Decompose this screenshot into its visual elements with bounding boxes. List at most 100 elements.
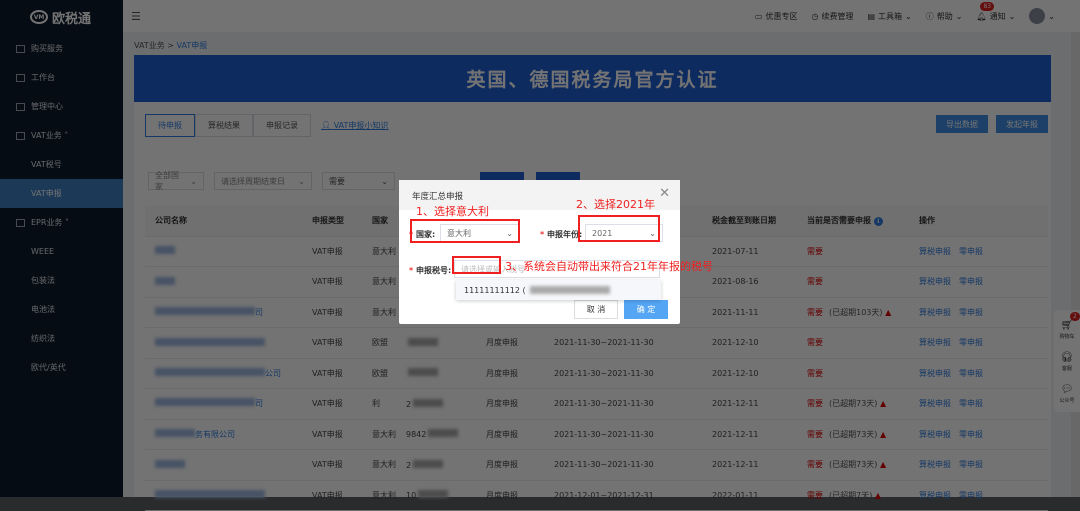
period-cell: 2021-11-30~2021-11-30	[544, 358, 702, 389]
wechat-icon: 💬︎	[1060, 384, 1074, 395]
col-company: 公司名称	[145, 206, 302, 237]
need-filter[interactable]: 需要 ⌄	[322, 172, 395, 190]
year-label: * 申报年份:	[540, 230, 583, 239]
logo[interactable]: VM 欧税通	[0, 0, 123, 34]
sidebar-item-rep[interactable]: 欧代/英代	[0, 353, 123, 382]
sidebar-item-buy[interactable]: 购买服务	[0, 34, 123, 63]
zero-filing-link[interactable]: 零申报	[959, 247, 983, 256]
bag-icon	[16, 44, 25, 53]
guide-link[interactable]: 👤︎ VAT申报小知识	[321, 120, 388, 131]
company-cell[interactable]	[145, 449, 302, 481]
calc-filing-link[interactable]: 算税申报	[919, 338, 951, 347]
sidebar-item-vat[interactable]: VAT业务 ˄	[0, 121, 123, 150]
calc-filing-link[interactable]: 算税申报	[919, 399, 951, 408]
actions-cell: 算税申报 零申报	[909, 297, 1048, 328]
country-cell: 意大利	[362, 480, 396, 511]
calc-filing-link[interactable]: 算税申报	[919, 308, 951, 317]
promo-link[interactable]: ▭ 优惠专区	[755, 11, 798, 22]
calc-filing-link[interactable]: 算税申报	[919, 460, 951, 469]
avatar	[1029, 8, 1046, 24]
country-cell: 意大利	[362, 236, 396, 267]
calc-filing-link[interactable]: 算税申报	[919, 247, 951, 256]
confirm-button[interactable]: 确 定	[624, 300, 668, 319]
calc-filing-link[interactable]: 算税申报	[919, 491, 951, 500]
period-cell: 2021-11-30~2021-11-30	[544, 388, 702, 420]
service-button[interactable]: 🎧︎ 客服	[1054, 346, 1080, 378]
headset-icon: 🎧︎	[1060, 352, 1074, 363]
company-cell[interactable]	[145, 327, 302, 359]
toolbox-menu[interactable]: ▤ 工具箱 ⌄	[867, 11, 911, 22]
zero-filing-link[interactable]: 零申报	[959, 369, 983, 378]
calc-filing-link[interactable]: 算税申报	[919, 430, 951, 439]
bell-icon: 🔔︎	[976, 11, 987, 21]
company-cell[interactable]: 司	[145, 297, 302, 328]
tab-results[interactable]: 算税结果	[195, 114, 253, 137]
sidebar-item-manage[interactable]: 管理中心	[0, 92, 123, 121]
sidebar-item-vat-number[interactable]: VAT税号	[0, 150, 123, 179]
scrollbar[interactable]	[1071, 32, 1080, 497]
due-cell: 2021-12-11	[702, 449, 797, 481]
company-cell[interactable]: 务有限公司	[145, 419, 302, 450]
renewal-link[interactable]: ◷ 续费管理	[811, 11, 853, 22]
country-filter[interactable]: 全部国家 ⌄	[148, 171, 204, 191]
info-icon[interactable]: i	[873, 217, 883, 227]
due-cell: 2021-07-11	[702, 236, 797, 267]
zero-filing-link[interactable]: 零申报	[959, 491, 983, 500]
sidebar-item-workbench[interactable]: 工作台	[0, 63, 123, 92]
export-button[interactable]: 导出数据	[936, 115, 988, 133]
cancel-button[interactable]: 取 消	[574, 300, 618, 319]
col-due: 税金截至到账日期	[702, 206, 797, 237]
period-end-filter[interactable]: 请选择周期结束日 ⌄	[214, 172, 312, 190]
notify-menu[interactable]: 🔔︎ 83 通知 ⌄	[976, 1, 1015, 22]
type-cell: VAT申报	[302, 449, 362, 481]
highlight-taxno	[452, 256, 501, 274]
tab-pending[interactable]: 待申报	[145, 114, 195, 137]
highlight-country	[410, 219, 520, 243]
sidebar-item-epr[interactable]: EPR业务 ˄	[0, 208, 123, 237]
taxno-cell: 10	[396, 480, 476, 511]
help-menu[interactable]: ⓘ 帮助 ⌄	[926, 11, 963, 22]
zero-filing-link[interactable]: 零申报	[959, 277, 983, 286]
zero-filing-link[interactable]: 零申报	[959, 308, 983, 317]
taxno-cell: 2	[396, 388, 476, 420]
company-cell[interactable]	[145, 266, 302, 298]
user-menu[interactable]: ⌄	[1029, 8, 1055, 24]
calc-filing-link[interactable]: 算税申报	[919, 277, 951, 286]
zero-filing-link[interactable]: 零申报	[959, 399, 983, 408]
company-cell[interactable]: 司	[145, 388, 302, 420]
zero-filing-link[interactable]: 零申报	[959, 430, 983, 439]
tab-records[interactable]: 申报记录	[253, 114, 311, 137]
company-cell[interactable]: 公司	[145, 358, 302, 389]
sidebar: VM 欧税通 购买服务 工作台 管理中心 VAT业务 ˄ VAT税号 VAT申报 …	[0, 0, 123, 497]
warning-icon: ▲	[879, 399, 887, 409]
type-cell: VAT申报	[302, 358, 362, 389]
sidebar-item-vat-filing[interactable]: VAT申报	[0, 179, 123, 208]
zero-filing-link[interactable]: 零申报	[959, 338, 983, 347]
calc-filing-link[interactable]: 算税申报	[919, 369, 951, 378]
warning-icon: ▲	[879, 460, 887, 470]
sidebar-item-packaging[interactable]: 包装法	[0, 266, 123, 295]
wechat-button[interactable]: 💬︎ 公众号	[1054, 378, 1080, 410]
due-cell: 2021-11-11	[702, 297, 797, 328]
breadcrumb-parent[interactable]: VAT业务	[134, 41, 165, 50]
warning-icon: ▲	[874, 490, 882, 500]
sidebar-item-textile[interactable]: 纺织法	[0, 324, 123, 353]
company-cell[interactable]	[145, 480, 302, 511]
zero-filing-link[interactable]: 零申报	[959, 460, 983, 469]
country-cell: 意大利	[362, 266, 396, 298]
sidebar-item-battery[interactable]: 电池法	[0, 295, 123, 324]
close-icon[interactable]: ✕	[659, 186, 670, 201]
redacted	[408, 337, 438, 346]
menu-toggle-icon[interactable]: ☰	[131, 10, 141, 23]
annual-report-button[interactable]: 发起年报	[996, 115, 1048, 133]
actions-cell: 算税申报 零申报	[909, 449, 1048, 481]
table-row: VAT申报 意大利 10 月度申报 2021-12-01~2021-12-31 …	[145, 480, 1048, 511]
briefcase-icon	[16, 131, 25, 140]
sidebar-item-weee[interactable]: WEEE	[0, 237, 123, 266]
redacted	[155, 367, 265, 376]
annotation-2: 2、选择2021年	[576, 198, 655, 211]
cart-icon: 🛒︎	[1060, 320, 1074, 331]
company-cell[interactable]	[145, 236, 302, 267]
taxno-option[interactable]: 11111111112 (	[456, 280, 661, 300]
breadcrumb: VAT业务 > VAT申报	[134, 40, 207, 51]
